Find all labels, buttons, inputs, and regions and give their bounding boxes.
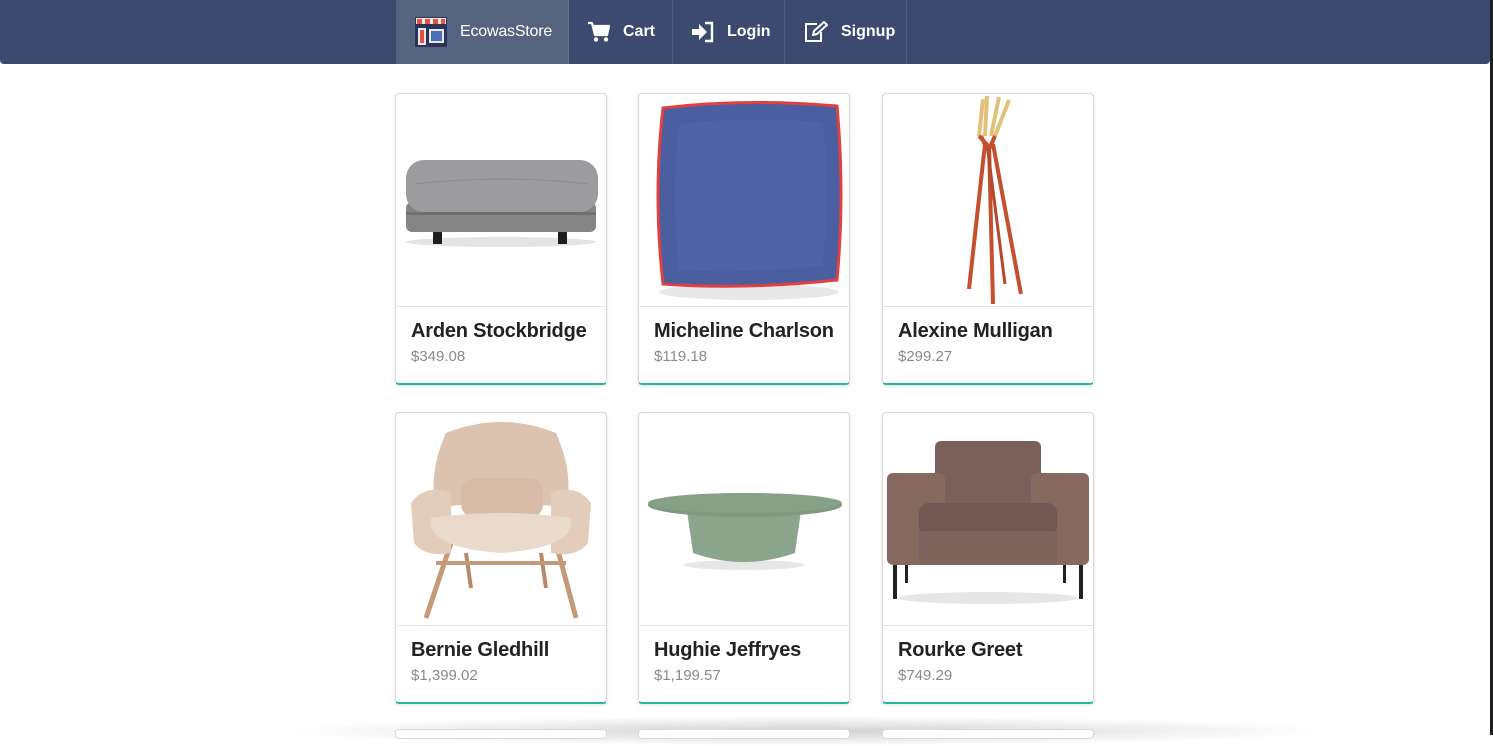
product-image-coffee-table <box>639 413 849 626</box>
nav-menu: EcowasStore Cart Login Signup <box>396 0 907 64</box>
product-image-armchair <box>883 413 1093 626</box>
product-card[interactable]: Bernie Gledhill $1,399.02 <box>395 412 607 704</box>
login-icon <box>691 21 715 43</box>
product-price: $299.27 <box>898 348 953 365</box>
product-card-partial[interactable] <box>882 729 1094 739</box>
nav-signup-label: Signup <box>841 23 896 40</box>
product-image-pillow <box>639 94 849 307</box>
product-name: Hughie Jeffryes <box>654 639 802 661</box>
nav-cart-label: Cart <box>623 23 656 40</box>
nav-signup[interactable]: Signup <box>785 0 907 64</box>
nav-login[interactable]: Login <box>673 0 785 64</box>
product-card[interactable]: Arden Stockbridge $349.08 <box>395 93 607 385</box>
product-card[interactable]: Hughie Jeffryes $1,199.57 <box>638 412 850 704</box>
top-navbar: EcowasStore Cart Login Signup <box>0 0 1490 64</box>
brand-link[interactable]: EcowasStore <box>396 0 569 64</box>
product-card[interactable]: Rourke Greet $749.29 <box>882 412 1094 704</box>
nav-login-label: Login <box>727 23 771 40</box>
product-card[interactable]: Micheline Charlson $119.18 <box>638 93 850 385</box>
product-name: Micheline Charlson <box>654 320 834 342</box>
cart-icon <box>587 21 611 43</box>
product-price: $749.29 <box>898 667 953 684</box>
product-price: $349.08 <box>411 348 466 365</box>
product-card[interactable]: Alexine Mulligan $299.27 <box>882 93 1094 385</box>
product-name: Arden Stockbridge <box>411 320 587 342</box>
product-price: $1,399.02 <box>411 667 478 684</box>
product-image-ottoman <box>396 94 606 307</box>
product-name: Alexine Mulligan <box>898 320 1053 342</box>
product-image-coat-rack <box>883 94 1093 307</box>
product-name: Bernie Gledhill <box>411 639 550 661</box>
product-price: $119.18 <box>654 348 708 365</box>
product-card-partial[interactable] <box>638 729 850 739</box>
store-icon <box>414 16 448 48</box>
nav-cart[interactable]: Cart <box>569 0 673 64</box>
product-image-lounge-chair <box>396 413 606 626</box>
brand-name: EcowasStore <box>460 23 553 40</box>
product-price: $1,199.57 <box>654 667 721 684</box>
product-card-partial[interactable] <box>395 729 607 739</box>
product-name: Rourke Greet <box>898 639 1023 661</box>
edit-icon <box>803 21 829 43</box>
